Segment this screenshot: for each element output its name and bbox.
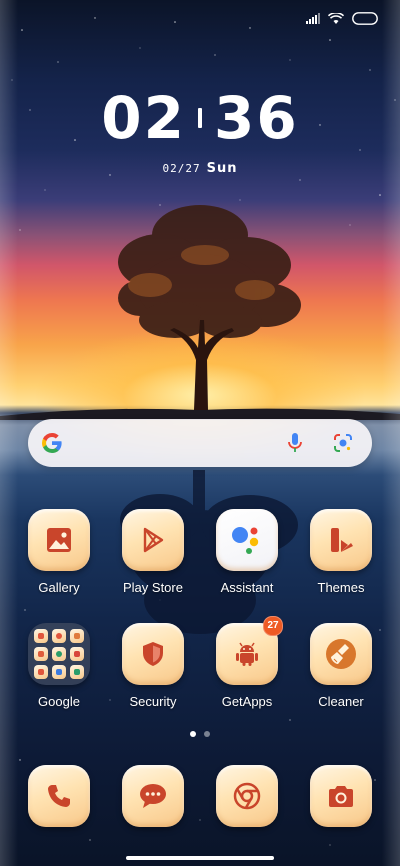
cleaner-brush-icon [310,623,372,685]
microphone-icon[interactable] [285,432,305,454]
app-google-folder[interactable]: Google [14,623,104,709]
phone-icon [28,765,90,827]
notification-badge: 27 [263,616,283,636]
messages-icon [122,765,184,827]
app-themes[interactable]: Themes [296,509,386,595]
google-g-icon [42,432,62,453]
gallery-icon [28,509,90,571]
app-getapps[interactable]: 27 GetApps [202,616,292,709]
app-security[interactable]: Security [108,623,198,709]
app-label: Themes [317,580,365,595]
wifi-icon [328,12,344,24]
date-display: 02/27 Sun [0,161,400,176]
security-shield-icon [122,623,184,685]
status-bar [306,12,378,25]
android-robot-icon: 27 [216,616,283,685]
chrome-icon [216,765,278,827]
dock-chrome[interactable] [202,765,292,827]
page-dot[interactable] [204,731,210,737]
google-search-bar[interactable] [28,419,372,467]
page-indicator [0,731,400,737]
assistant-icon [216,509,278,571]
cellular-signal-icon [306,13,320,24]
app-label: Security [129,694,177,709]
gesture-navigation-handle[interactable] [126,856,274,860]
app-label: GetApps [221,694,273,709]
date-day: 02/27 [162,162,201,175]
app-label: Cleaner [318,694,364,709]
dock-messages[interactable] [108,765,198,827]
app-play-store[interactable]: Play Store [108,509,198,595]
google-folder-icon [28,623,90,685]
dock-camera[interactable] [296,765,386,827]
dock-phone[interactable] [14,765,104,827]
app-label: Assistant [220,580,274,595]
app-label: Gallery [38,580,80,595]
themes-icon [310,509,372,571]
clock-separator [198,108,202,128]
date-weekday: Sun [206,161,238,176]
app-cleaner[interactable]: Cleaner [296,623,386,709]
folder-app-grid [34,629,84,679]
clock-hours: 02 [101,84,186,152]
app-gallery[interactable]: Gallery [14,509,104,595]
app-label: Google [38,694,80,709]
battery-icon [352,12,378,25]
google-lens-icon[interactable] [332,432,354,454]
clock-minutes: 36 [214,84,299,152]
play-store-icon [122,509,184,571]
camera-icon [310,765,372,827]
app-assistant[interactable]: Assistant [202,509,292,595]
lock-clock: 02 36 [0,84,400,152]
page-dot-active[interactable] [190,731,196,737]
app-label: Play Store [123,580,183,595]
